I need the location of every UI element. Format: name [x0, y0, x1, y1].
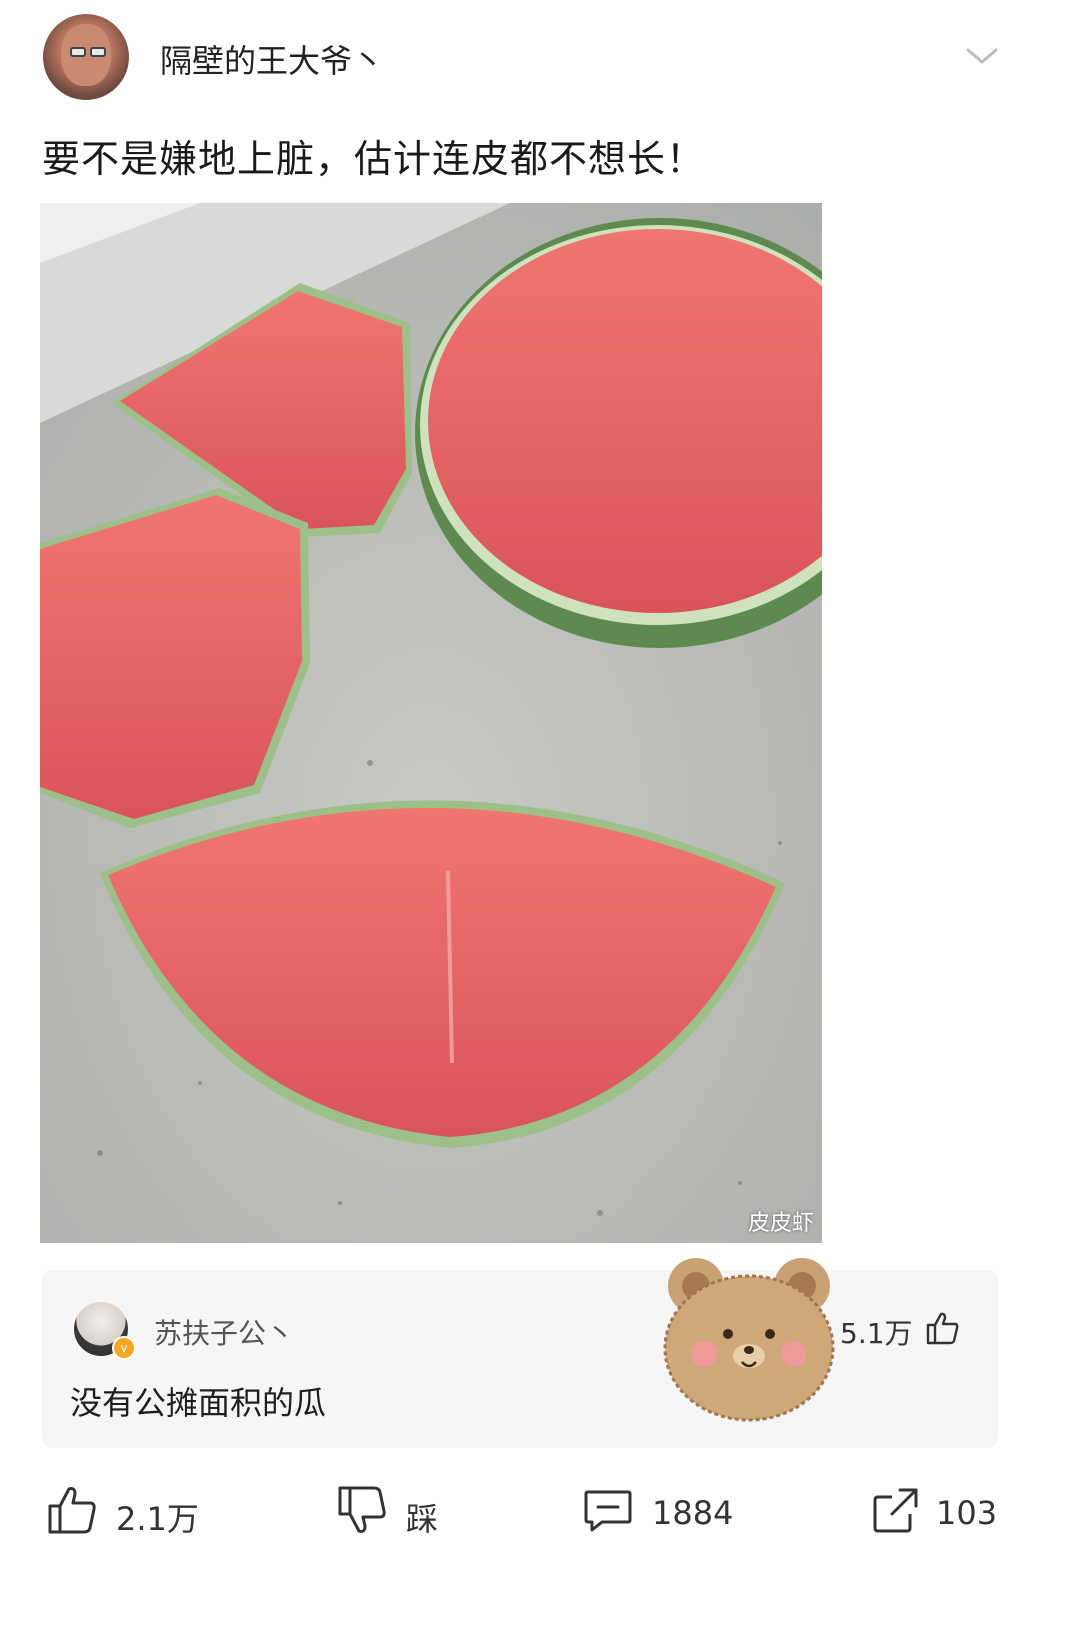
bear-sticker-icon	[663, 1258, 835, 1422]
like-count: 2.1万	[116, 1500, 199, 1538]
comment-button[interactable]: 1884	[582, 1484, 742, 1544]
avatar-glasses-right	[90, 47, 106, 57]
share-count: 103	[936, 1494, 998, 1532]
top-comment-card[interactable]: v 苏扶子公丶 没有公摊面积的瓜 5.1万	[42, 1270, 998, 1448]
thumbs-up-icon[interactable]	[924, 1310, 960, 1346]
dislike-label: 踩	[406, 1500, 439, 1538]
comment-icon	[584, 1490, 632, 1532]
chevron-down-icon[interactable]	[964, 44, 1000, 68]
watermark: 皮皮虾	[747, 1211, 814, 1236]
comment-text: 没有公摊面积的瓜	[70, 1384, 327, 1422]
comment-like-count: 5.1万	[840, 1317, 913, 1350]
user-avatar[interactable]	[43, 14, 129, 100]
like-button[interactable]: 2.1万	[46, 1484, 206, 1544]
watermelon-photo	[40, 203, 822, 1243]
action-bar: 2.1万 踩 1884 103	[0, 1470, 1080, 1560]
post-image[interactable]: 皮皮虾	[40, 203, 822, 1243]
verified-badge-icon: v	[112, 1336, 136, 1360]
share-icon	[873, 1488, 918, 1533]
post-username[interactable]: 隔壁的王大爷丶	[160, 36, 384, 82]
avatar-glasses-left	[70, 47, 86, 57]
thumbs-up-icon	[48, 1487, 96, 1534]
comment-count: 1884	[652, 1494, 734, 1532]
post-header: 隔壁的王大爷丶	[0, 0, 1080, 110]
thumbs-down-icon	[338, 1486, 386, 1533]
post-text: 要不是嫌地上脏，估计连皮都不想长！	[42, 137, 706, 181]
share-button[interactable]: 103	[870, 1484, 1010, 1544]
comment-username[interactable]: 苏扶子公丶	[154, 1312, 294, 1352]
dislike-button[interactable]: 踩	[336, 1484, 456, 1544]
